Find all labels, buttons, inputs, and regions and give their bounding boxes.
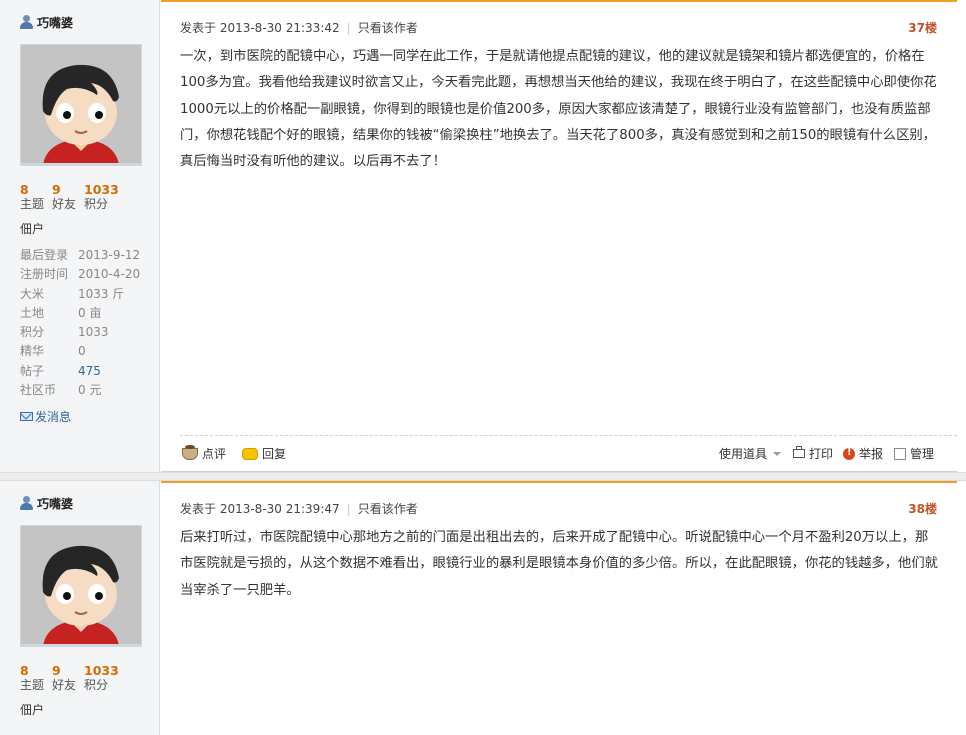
info-posts: 帖子 475 bbox=[20, 362, 140, 381]
post-38: 巧嘴婆 8 主题 9 好友 1033 积分 佃户 发表于 2013-8-30 2… bbox=[0, 481, 966, 735]
info-key: 土地 bbox=[20, 305, 45, 320]
send-message-label[interactable]: 发消息 bbox=[35, 408, 71, 425]
info-key: 注册时间 bbox=[20, 267, 69, 282]
info-value: 0 元 bbox=[78, 383, 102, 398]
stat-threads-label: 主题 bbox=[20, 197, 45, 211]
info-rice: 大米 1033 斤 bbox=[20, 285, 140, 304]
avatar[interactable] bbox=[20, 525, 142, 647]
author-name-text[interactable]: 巧嘴婆 bbox=[37, 495, 73, 512]
stat-points-label: 积分 bbox=[84, 197, 109, 211]
report-button[interactable]: 举报 bbox=[843, 445, 883, 462]
info-value: 0 亩 bbox=[78, 305, 102, 320]
post-time: 发表于 2013-8-30 21:33:42 bbox=[180, 21, 340, 35]
only-author-link[interactable]: 只看该作者 bbox=[358, 19, 418, 36]
report-label[interactable]: 举报 bbox=[859, 445, 883, 462]
comment-button[interactable]: 点评 bbox=[182, 444, 226, 462]
user-icon bbox=[20, 15, 33, 29]
meta-divider: | bbox=[346, 20, 351, 35]
printer-icon bbox=[793, 446, 805, 458]
info-key: 社区币 bbox=[20, 383, 57, 398]
user-rank: 佃户 bbox=[20, 703, 45, 717]
author-sidebar: 巧嘴婆 8 主题 9 好友 bbox=[0, 0, 160, 472]
author-name[interactable]: 巧嘴婆 bbox=[20, 494, 73, 512]
checkbox[interactable] bbox=[894, 447, 906, 460]
send-message-link[interactable]: 发消息 bbox=[20, 408, 71, 425]
post-time: 发表于 2013-8-30 21:39:47 bbox=[180, 502, 340, 516]
post-body: 发表于 2013-8-30 21:39:47 | 只看该作者 38楼 后来打听过… bbox=[161, 481, 957, 735]
stat-points[interactable]: 1033 积分 bbox=[84, 183, 119, 212]
reply-label[interactable]: 回复 bbox=[262, 445, 286, 462]
stat-points-label: 积分 bbox=[84, 678, 109, 692]
manage-checkbox[interactable]: 管理 bbox=[894, 445, 934, 462]
stat-friends[interactable]: 9 好友 bbox=[52, 183, 77, 212]
report-icon bbox=[843, 447, 855, 460]
info-posts-link[interactable]: 475 bbox=[78, 362, 101, 381]
info-key: 大米 bbox=[20, 286, 45, 301]
post-content: 后来打听过，市医院配镜中心那地方之前的门面是出租出去的，后来开成了配镜中心。听说… bbox=[180, 530, 938, 598]
stat-friends-value[interactable]: 9 bbox=[52, 664, 76, 678]
post-37: 巧嘴婆 8 主题 9 好友 1033 积分 佃户 最后登录 2013-9-12 … bbox=[0, 0, 966, 472]
info-key: 精华 bbox=[20, 344, 45, 359]
post-separator bbox=[0, 472, 966, 481]
avatar-cartoon-image bbox=[21, 45, 141, 163]
meta-divider: | bbox=[346, 501, 351, 516]
info-key: 帖子 bbox=[20, 363, 45, 378]
info-points: 积分 1033 bbox=[20, 323, 140, 342]
stat-threads[interactable]: 8 主题 bbox=[20, 183, 45, 212]
only-author-link[interactable]: 只看该作者 bbox=[358, 500, 418, 517]
user-rank: 佃户 bbox=[20, 222, 45, 236]
use-tools-dropdown[interactable]: 使用道具 bbox=[719, 445, 782, 462]
reply-button[interactable]: 回复 bbox=[242, 445, 286, 462]
info-digest: 精华 0 bbox=[20, 342, 140, 361]
stat-threads-value[interactable]: 8 bbox=[20, 664, 44, 678]
print-label[interactable]: 打印 bbox=[809, 445, 833, 462]
user-icon bbox=[20, 496, 33, 510]
stat-friends-value[interactable]: 9 bbox=[52, 183, 76, 197]
print-button[interactable]: 打印 bbox=[793, 445, 833, 462]
post-actions: 点评 回复 使用道具 打印 举报 管理 bbox=[180, 435, 957, 468]
info-key: 积分 bbox=[20, 325, 45, 340]
stat-threads-value[interactable]: 8 bbox=[20, 183, 44, 197]
author-info: 最后登录 2013-9-12 注册时间 2010-4-20 大米 1033 斤 土地 0… bbox=[20, 246, 140, 400]
info-value: 1033 bbox=[78, 325, 109, 340]
info-land: 土地 0 亩 bbox=[20, 304, 140, 323]
stat-friends-label: 好友 bbox=[52, 197, 77, 211]
stat-points[interactable]: 1033 积分 bbox=[84, 664, 119, 693]
info-value: 2013-9-12 bbox=[78, 248, 141, 262]
post-body: 发表于 2013-8-30 21:33:42 | 只看该作者 37楼 一次，到市… bbox=[161, 0, 957, 472]
avatar[interactable] bbox=[20, 44, 142, 166]
post-meta: 发表于 2013-8-30 21:33:42 | 只看该作者 bbox=[180, 19, 418, 36]
author-stats: 8 主题 9 好友 1033 积分 bbox=[20, 664, 119, 693]
floor-number[interactable]: 38楼 bbox=[908, 500, 937, 517]
floor-number[interactable]: 37楼 bbox=[908, 19, 937, 36]
coffee-cup-icon bbox=[182, 444, 198, 460]
info-value: 2010-4-20 bbox=[78, 267, 141, 282]
speech-bubble-icon bbox=[242, 447, 258, 460]
use-tools-label[interactable]: 使用道具 bbox=[719, 445, 767, 462]
post-content: 一次，到市医院的配镜中心，巧遇一同学在此工作，于是就请他提点配镜的建议，他的建议… bbox=[180, 49, 937, 170]
author-sidebar: 巧嘴婆 8 主题 9 好友 bbox=[0, 481, 160, 735]
author-stats: 8 主题 9 好友 1033 积分 bbox=[20, 183, 119, 212]
stat-friends-label: 好友 bbox=[52, 678, 77, 692]
post-meta: 发表于 2013-8-30 21:39:47 | 只看该作者 bbox=[180, 500, 418, 517]
stat-threads-label: 主题 bbox=[20, 678, 45, 692]
stat-points-value[interactable]: 1033 bbox=[84, 664, 119, 678]
info-value: 1033 斤 bbox=[78, 286, 125, 301]
info-value: 0 bbox=[78, 344, 86, 359]
info-last-login: 最后登录 2013-9-12 bbox=[20, 246, 140, 265]
chevron-down-icon bbox=[773, 451, 782, 456]
info-register-time: 注册时间 2010-4-20 bbox=[20, 265, 140, 284]
stat-threads[interactable]: 8 主题 bbox=[20, 664, 45, 693]
author-name-text[interactable]: 巧嘴婆 bbox=[37, 14, 73, 31]
comment-label[interactable]: 点评 bbox=[202, 445, 226, 462]
info-key: 最后登录 bbox=[20, 248, 69, 262]
stat-points-value[interactable]: 1033 bbox=[84, 183, 119, 197]
stat-friends[interactable]: 9 好友 bbox=[52, 664, 77, 693]
author-name[interactable]: 巧嘴婆 bbox=[20, 13, 73, 31]
avatar-cartoon-image bbox=[21, 526, 141, 644]
envelope-icon bbox=[20, 412, 33, 421]
info-coins: 社区币 0 元 bbox=[20, 381, 140, 400]
manage-label[interactable]: 管理 bbox=[910, 445, 934, 462]
